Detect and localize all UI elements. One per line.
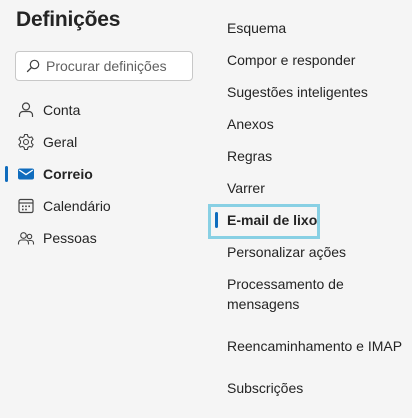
section-personalizar-acoes[interactable]: Personalizar ações xyxy=(227,242,346,262)
people-icon xyxy=(17,229,35,247)
nav-label: Calendário xyxy=(43,198,111,214)
mail-sections-pane: Esquema Compor e responder Sugestões int… xyxy=(207,0,412,418)
nav-label: Pessoas xyxy=(43,230,97,246)
section-subscricoes[interactable]: Subscrições xyxy=(227,378,303,398)
selected-indicator xyxy=(215,212,218,228)
settings-nav-pane: Definições Conta Geral xyxy=(0,0,207,418)
section-anexos[interactable]: Anexos xyxy=(227,114,274,134)
calendar-icon xyxy=(17,197,35,215)
section-sugestoes-inteligentes[interactable]: Sugestões inteligentes xyxy=(227,82,368,102)
gear-icon xyxy=(17,133,35,151)
section-processamento-mensagens[interactable]: Processamento de mensagens xyxy=(227,274,377,314)
mail-icon xyxy=(17,165,35,183)
search-box[interactable] xyxy=(15,51,193,81)
person-icon xyxy=(17,101,35,119)
section-email-lixo[interactable]: E-mail de lixo xyxy=(227,210,317,230)
section-compor-responder[interactable]: Compor e responder xyxy=(227,50,355,70)
nav-label: Correio xyxy=(43,166,93,182)
selected-indicator xyxy=(5,166,8,182)
nav-item-pessoas[interactable]: Pessoas xyxy=(0,224,207,252)
nav-item-geral[interactable]: Geral xyxy=(0,128,207,156)
nav-item-calendario[interactable]: Calendário xyxy=(0,192,207,220)
section-reencaminhamento-imap[interactable]: Reencaminhamento e IMAP xyxy=(227,336,402,356)
nav-label: Conta xyxy=(43,102,81,118)
page-title: Definições xyxy=(16,8,121,31)
search-input[interactable] xyxy=(46,58,186,74)
nav-item-correio[interactable]: Correio xyxy=(0,160,207,188)
search-icon xyxy=(26,59,40,73)
section-regras[interactable]: Regras xyxy=(227,146,272,166)
section-varrer[interactable]: Varrer xyxy=(227,178,265,198)
nav-item-conta[interactable]: Conta xyxy=(0,96,207,124)
section-esquema[interactable]: Esquema xyxy=(227,18,286,38)
nav-label: Geral xyxy=(43,134,78,150)
